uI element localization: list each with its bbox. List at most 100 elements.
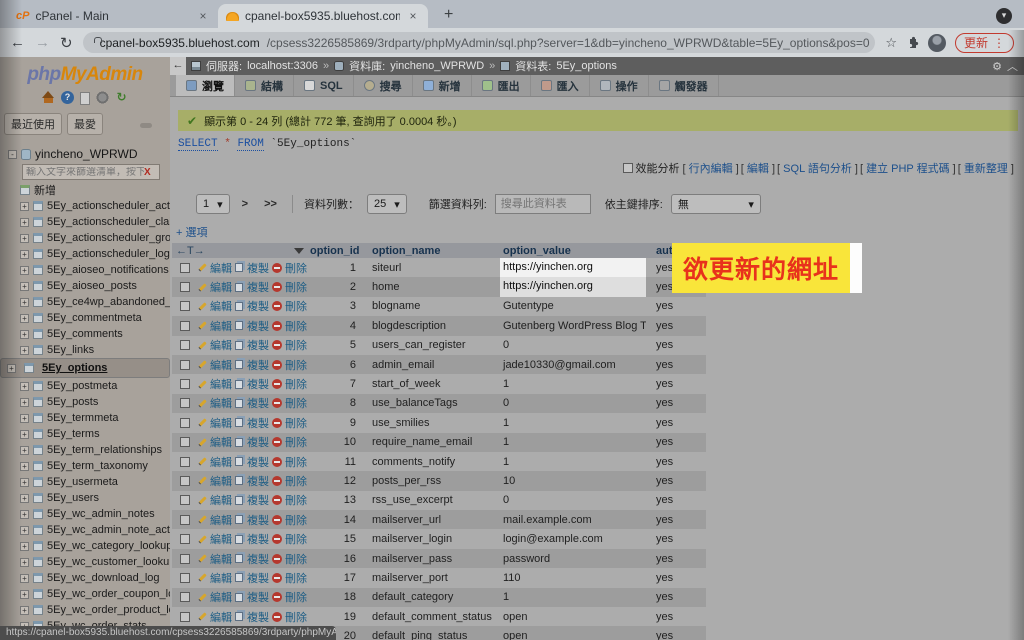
row-checkbox[interactable]: [180, 417, 190, 428]
bookmark-star-icon[interactable]: ☆: [885, 35, 897, 51]
extensions-puzzle-icon[interactable]: [906, 36, 919, 49]
sidebar-item-5Ey_terms[interactable]: +5Ey_terms: [0, 426, 170, 442]
delete-icon[interactable]: [272, 320, 282, 331]
copy-icon[interactable]: [235, 534, 243, 544]
sidebar-item-5Ey_wc_order_coupon_looku[interactable]: +5Ey_wc_order_coupon_looku: [0, 586, 170, 602]
sidebar-item-5Ey_ce4wp_abandoned_che[interactable]: +5Ey_ce4wp_abandoned_che: [0, 294, 170, 310]
row-checkbox[interactable]: [180, 398, 190, 409]
expand-icon[interactable]: +: [20, 233, 29, 243]
tab-close-icon[interactable]: ×: [406, 9, 420, 23]
edit-link[interactable]: 編輯: [210, 415, 232, 431]
sidebar-item-5Ey_wc_download_log[interactable]: +5Ey_wc_download_log: [0, 570, 170, 586]
delete-link[interactable]: 刪除: [285, 279, 307, 295]
expand-icon[interactable]: +: [20, 281, 29, 291]
edit-link[interactable]: 編輯: [210, 531, 232, 547]
sidebar-item-5Ey_wc_category_lookup[interactable]: +5Ey_wc_category_lookup: [0, 538, 170, 554]
edit-link[interactable]: 編輯: [210, 376, 232, 392]
reload-button[interactable]: ↻: [60, 34, 73, 52]
sidebar-item-5Ey_actionscheduler_logs[interactable]: +5Ey_actionscheduler_logs: [0, 246, 170, 262]
sidebar-resize-handle[interactable]: [140, 123, 152, 128]
delete-icon[interactable]: [272, 262, 282, 273]
sidebar-item-5Ey_aioseo_notifications[interactable]: +5Ey_aioseo_notifications: [0, 262, 170, 278]
edit-pencil-icon[interactable]: [198, 321, 207, 331]
delete-link[interactable]: 刪除: [285, 551, 307, 567]
query-action-link[interactable]: SQL 語句分析: [783, 163, 852, 175]
row-checkbox[interactable]: [180, 437, 190, 448]
expand-icon[interactable]: +: [20, 541, 29, 551]
expand-icon[interactable]: +: [20, 201, 29, 211]
expand-icon[interactable]: +: [20, 413, 29, 423]
expand-icon[interactable]: +: [20, 217, 29, 227]
edit-link[interactable]: 編輯: [210, 551, 232, 567]
copy-link[interactable]: 複製: [247, 337, 269, 353]
edit-pencil-icon[interactable]: [198, 282, 207, 292]
edit-pencil-icon[interactable]: [198, 476, 207, 486]
copy-icon[interactable]: [235, 515, 243, 525]
edit-pencil-icon[interactable]: [198, 612, 207, 621]
expand-icon[interactable]: +: [20, 493, 29, 503]
row-checkbox[interactable]: [180, 262, 190, 273]
row-checkbox[interactable]: [180, 592, 190, 603]
delete-link[interactable]: 刪除: [285, 531, 307, 547]
query-action-link[interactable]: 編輯: [747, 163, 769, 175]
copy-link[interactable]: 複製: [247, 279, 269, 295]
expand-icon[interactable]: +: [20, 397, 29, 407]
expand-icon[interactable]: +: [20, 429, 29, 439]
tab-close-icon[interactable]: ×: [196, 9, 210, 23]
page-settings-gear-icon[interactable]: ⚙: [992, 60, 1002, 73]
expand-icon[interactable]: +: [20, 589, 29, 599]
sidebar-item-5Ey_users[interactable]: +5Ey_users: [0, 490, 170, 506]
row-checkbox[interactable]: [180, 475, 190, 486]
row-checkbox[interactable]: [180, 340, 190, 351]
browser-tab-phpmyadmin[interactable]: cpanel-box5935.bluehost.com ×: [218, 4, 428, 28]
edit-link[interactable]: 編輯: [210, 473, 232, 489]
delete-icon[interactable]: [272, 495, 282, 506]
sidebar-item-5Ey_options[interactable]: +5Ey_options: [0, 358, 170, 378]
profile-avatar[interactable]: [927, 33, 946, 52]
tab-export[interactable]: 匯出: [472, 75, 531, 96]
copy-icon[interactable]: [235, 457, 243, 467]
copy-link[interactable]: 複製: [247, 434, 269, 450]
edit-link[interactable]: 編輯: [210, 589, 232, 605]
row-checkbox[interactable]: [180, 282, 190, 293]
column-header-option-value[interactable]: option_value: [500, 245, 646, 257]
tab-sql[interactable]: SQL: [294, 75, 354, 96]
copy-link[interactable]: 複製: [247, 415, 269, 431]
query-action-link[interactable]: 建立 PHP 程式碼: [866, 163, 950, 175]
delete-icon[interactable]: [272, 398, 282, 409]
copy-icon[interactable]: [235, 476, 243, 486]
row-checkbox[interactable]: [180, 379, 190, 390]
expand-icon[interactable]: +: [20, 381, 29, 391]
row-checkbox[interactable]: [180, 572, 190, 583]
copy-icon[interactable]: [235, 573, 243, 583]
delete-link[interactable]: 刪除: [285, 512, 307, 528]
delete-link[interactable]: 刪除: [285, 609, 307, 625]
tab-operations[interactable]: 操作: [590, 75, 649, 96]
column-nav-icons[interactable]: ←T→: [176, 245, 205, 257]
edit-pencil-icon[interactable]: [198, 418, 207, 428]
expand-icon[interactable]: +: [20, 461, 29, 471]
filter-clear-icon[interactable]: X: [144, 167, 151, 178]
delete-link[interactable]: 刪除: [285, 473, 307, 489]
row-checkbox[interactable]: [180, 301, 190, 312]
copy-link[interactable]: 複製: [247, 357, 269, 373]
row-checkbox[interactable]: [180, 320, 190, 331]
query-action-link[interactable]: 重新整理: [964, 163, 1008, 175]
copy-icon[interactable]: [235, 554, 243, 564]
edit-link[interactable]: 編輯: [210, 395, 232, 411]
sidebar-item-5Ey_postmeta[interactable]: +5Ey_postmeta: [0, 378, 170, 394]
edit-link[interactable]: 編輯: [210, 260, 232, 276]
sidebar-item-5Ey_term_taxonomy[interactable]: +5Ey_term_taxonomy: [0, 458, 170, 474]
refresh-icon[interactable]: ↻: [115, 91, 128, 104]
tab-browse[interactable]: 瀏覽: [176, 75, 235, 96]
sidebar-item-5Ey_wc_admin_notes[interactable]: +5Ey_wc_admin_notes: [0, 506, 170, 522]
copy-link[interactable]: 複製: [247, 376, 269, 392]
expand-icon[interactable]: +: [20, 313, 29, 323]
delete-link[interactable]: 刪除: [285, 298, 307, 314]
row-checkbox[interactable]: [180, 456, 190, 467]
copy-icon[interactable]: [235, 418, 243, 428]
edit-link[interactable]: 編輯: [210, 298, 232, 314]
sidebar-item-5Ey_actionscheduler_claims[interactable]: +5Ey_actionscheduler_claims: [0, 214, 170, 230]
expand-icon[interactable]: +: [20, 477, 29, 487]
edit-pencil-icon[interactable]: [198, 360, 207, 369]
